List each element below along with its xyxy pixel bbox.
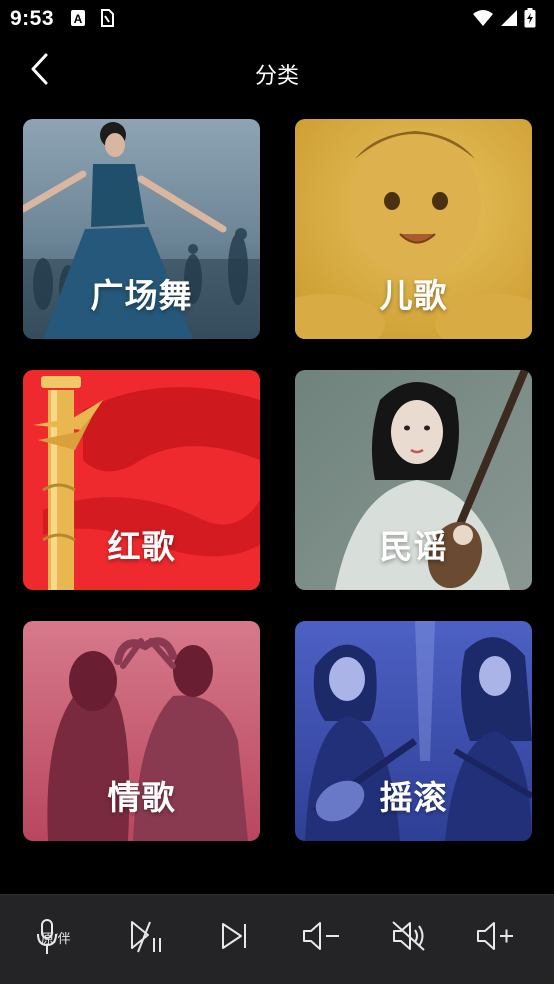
category-label: 红歌 [107,528,176,565]
volume-down-button[interactable] [296,913,346,963]
vocal-toggle-button[interactable]: 原/伴 [24,913,86,963]
category-label: 广场舞 [90,277,193,314]
status-notification-icons: A [70,9,114,32]
mute-button[interactable] [384,913,434,963]
app-header: 分类 [0,38,554,104]
category-grid: 广场舞 儿歌 红歌 民谣 情歌 摇滚 [23,119,533,841]
battery-charging-icon [524,8,536,33]
player-control-bar: 原/伴 [0,894,554,984]
category-card-square-dance[interactable]: 广场舞 [23,119,260,339]
vocal-toggle-label: 原/伴 [41,931,71,946]
svg-text:A: A [74,12,83,26]
volume-down-icon [301,920,341,957]
status-system-icons [472,8,536,33]
signal-icon [500,9,518,32]
play-pause-button[interactable] [121,913,171,963]
category-label: 情歌 [107,779,176,816]
mute-icon [391,920,427,957]
category-card-folk-songs[interactable]: 民谣 [295,370,532,590]
category-card-love-songs[interactable]: 情歌 [23,621,260,841]
category-label: 民谣 [379,528,448,565]
next-track-button[interactable] [209,913,259,963]
category-label: 摇滚 [379,779,448,816]
volume-up-icon [475,920,515,957]
a-notification-icon: A [70,9,86,32]
play-pause-icon [128,918,164,959]
sim-card-icon [100,9,114,32]
wifi-icon [472,9,494,32]
category-label: 儿歌 [379,277,448,314]
status-bar: 9:53 A [0,0,554,38]
page-title: 分类 [254,63,299,88]
category-card-red-songs[interactable]: 红歌 [23,370,260,590]
category-card-rock[interactable]: 摇滚 [295,621,532,841]
next-track-icon [219,921,249,956]
status-time: 9:53 [10,7,55,30]
volume-up-button[interactable] [470,913,520,963]
category-card-childrens-songs[interactable]: 儿歌 [295,119,532,339]
